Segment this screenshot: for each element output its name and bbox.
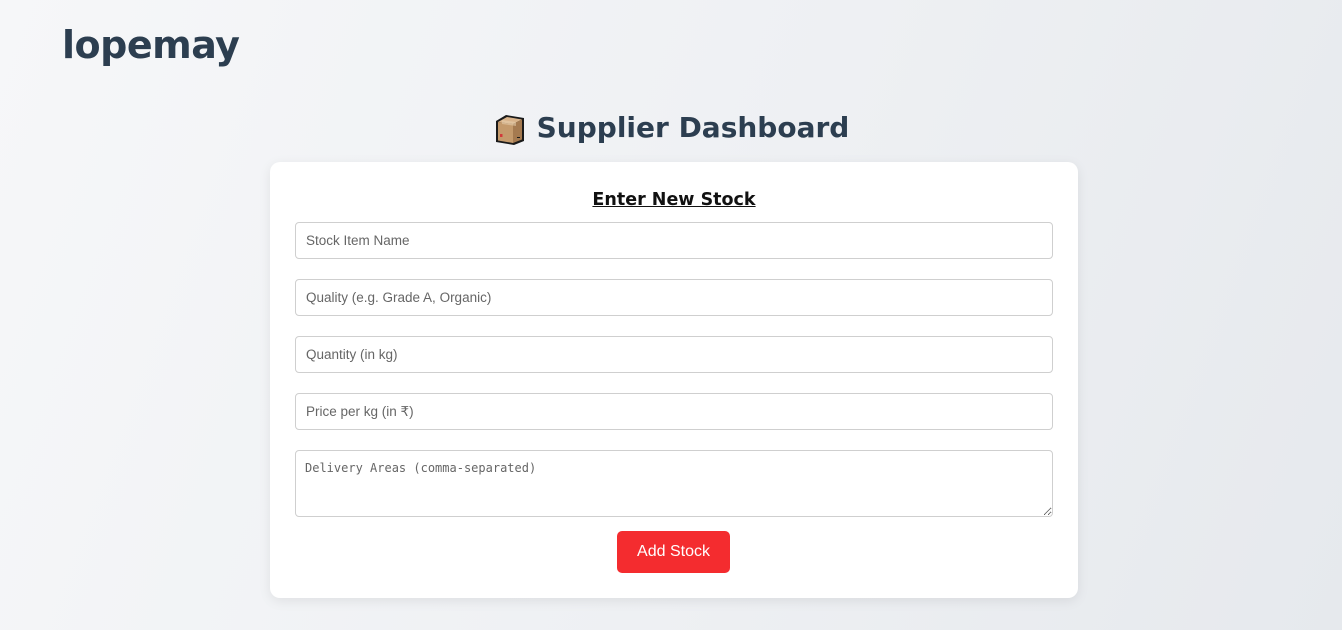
quality-input[interactable]: [295, 279, 1053, 316]
page-title-text: Supplier Dashboard: [536, 111, 850, 144]
form-title: Enter New Stock: [592, 190, 756, 210]
stock-entry-card: Enter New Stock Add Stock: [270, 162, 1078, 598]
brand-logo: lopemay: [62, 23, 240, 67]
package-box-icon: [495, 115, 524, 145]
stock-item-name-input[interactable]: [295, 222, 1053, 259]
delivery-areas-textarea[interactable]: [295, 450, 1053, 517]
quantity-input[interactable]: [295, 336, 1053, 373]
page-title: Supplier Dashboard: [0, 108, 1342, 148]
price-per-kg-input[interactable]: [295, 393, 1053, 430]
add-stock-button[interactable]: Add Stock: [617, 531, 730, 573]
